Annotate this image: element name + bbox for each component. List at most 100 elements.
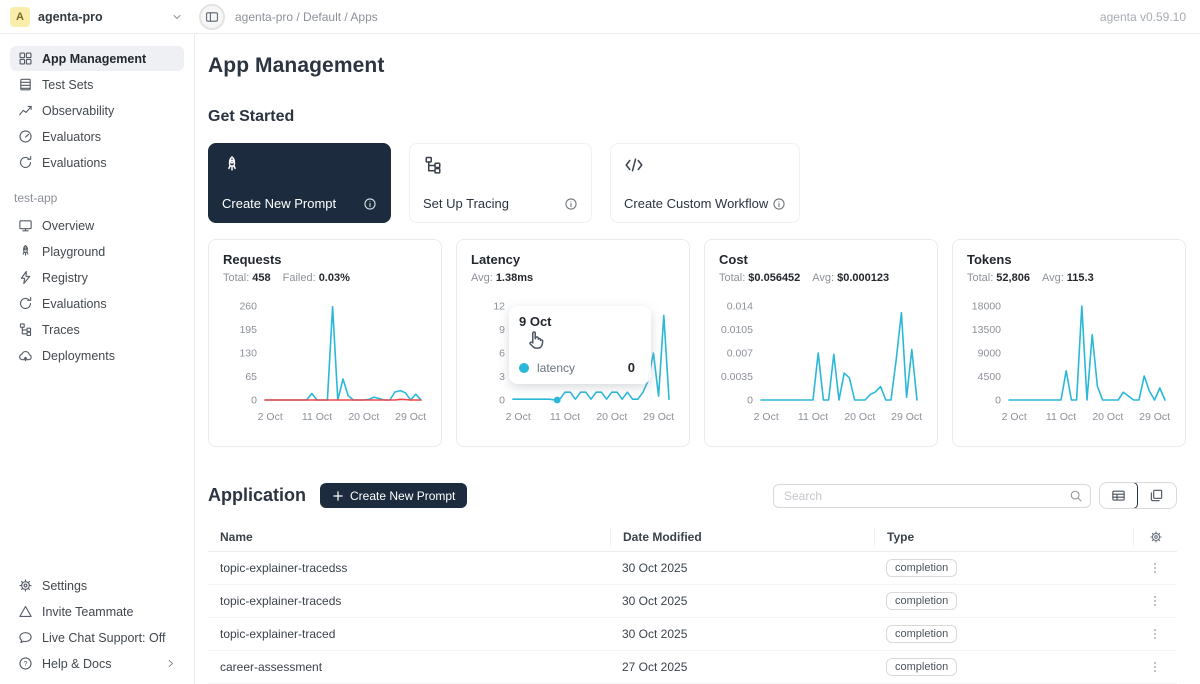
workspace-name: agenta-pro	[38, 10, 163, 24]
row-menu-kebab-icon[interactable]	[1133, 594, 1177, 608]
code-icon	[624, 155, 786, 175]
svg-text:6: 6	[499, 348, 505, 360]
create-new-prompt-card[interactable]: Create New Prompt	[208, 143, 391, 223]
row-menu-kebab-icon[interactable]	[1133, 561, 1177, 575]
breadcrumb[interactable]: agenta-pro / Default / Apps	[235, 10, 378, 24]
sidebar-item-registry[interactable]: Registry	[10, 265, 184, 290]
stat: Avg:115.3	[1042, 272, 1094, 284]
chart-title: Tokens	[967, 252, 1173, 267]
cost-chart-card: Cost Total:$0.056452Avg:$0.000123 00.003…	[704, 239, 938, 447]
stat: Failed:0.03%	[283, 272, 350, 284]
svg-text:11 Oct: 11 Oct	[798, 411, 828, 423]
sidebar-item-playground[interactable]: Playground	[10, 239, 184, 264]
sidebar-item-live-chat-support-off[interactable]: Live Chat Support: Off	[10, 625, 184, 650]
info-icon[interactable]	[772, 197, 786, 211]
app-name: career-assessment	[208, 660, 610, 674]
svg-text:?: ?	[24, 661, 28, 668]
table-row[interactable]: topic-explainer-tracedss30 Oct 2025compl…	[208, 552, 1177, 585]
svg-text:29 Oct: 29 Oct	[395, 411, 426, 423]
column-type[interactable]: Type	[874, 528, 1133, 546]
sidebar-toggle-button[interactable]	[199, 4, 225, 30]
sidebar-item-label: Traces	[42, 323, 80, 337]
tooltip-date: 9 Oct	[519, 314, 641, 329]
tooltip-series-label: latency	[537, 361, 575, 375]
app-date-modified: 30 Oct 2025	[610, 561, 874, 575]
workspace-selector[interactable]: A agenta-pro	[0, 7, 195, 27]
svg-text:2 Oct: 2 Oct	[1002, 411, 1027, 423]
applications-table: Name Date Modified Type topic-explainer-…	[208, 522, 1177, 684]
sidebar-item-label: Registry	[42, 271, 88, 285]
info-icon[interactable]	[363, 197, 377, 211]
get-started-title: Get Started	[208, 108, 1177, 126]
view-switcher	[1099, 482, 1177, 509]
bolt-icon	[18, 270, 33, 285]
row-menu-kebab-icon[interactable]	[1133, 627, 1177, 641]
column-settings-gear-icon[interactable]	[1133, 528, 1177, 546]
table-row[interactable]: career-assessment27 Oct 2025 completion	[208, 651, 1177, 684]
requests-chart: 0651301952602 Oct11 Oct20 Oct29 Oct	[223, 298, 429, 430]
sidebar-item-invite-teammate[interactable]: Invite Teammate	[10, 599, 184, 624]
chart-title: Latency	[471, 252, 677, 267]
app-date-modified: 27 Oct 2025	[610, 660, 874, 674]
sidebar-item-help-docs[interactable]: ?Help & Docs	[10, 651, 184, 676]
sidebar-item-label: Deployments	[42, 349, 115, 363]
info-icon[interactable]	[564, 197, 578, 211]
card-view-button[interactable]	[1137, 483, 1176, 508]
table-body: topic-explainer-tracedss30 Oct 2025compl…	[208, 552, 1177, 684]
main-content: App Management Get Started Create New Pr…	[195, 34, 1200, 684]
search-icon	[1069, 489, 1083, 503]
sidebar-item-evaluations[interactable]: Evaluations	[10, 150, 184, 175]
table-view-button[interactable]	[1099, 482, 1138, 509]
app-type-badge: completion	[886, 658, 957, 676]
sidebar-item-label: Evaluators	[42, 130, 101, 144]
rocket-icon	[18, 244, 33, 259]
table-view-icon	[1111, 488, 1126, 503]
sidebar-item-settings[interactable]: Settings	[10, 573, 184, 598]
grid-icon	[18, 51, 33, 66]
sidebar-item-observability[interactable]: Observability	[10, 98, 184, 123]
svg-text:260: 260	[239, 301, 257, 313]
svg-text:0: 0	[499, 395, 505, 407]
cost-chart: 00.00350.0070.01050.0142 Oct11 Oct20 Oct…	[719, 298, 925, 430]
latency-chart-card: Latency Avg:1.38ms 0369122 Oct11 Oct20 O…	[456, 239, 690, 447]
create-button-label: Create New Prompt	[350, 489, 455, 503]
app-type-badge: completion	[886, 625, 957, 643]
sidebar-item-evaluators[interactable]: Evaluators	[10, 124, 184, 149]
svg-text:0.007: 0.007	[727, 348, 753, 360]
svg-text:2 Oct: 2 Oct	[754, 411, 779, 423]
svg-text:20 Oct: 20 Oct	[348, 411, 379, 423]
svg-text:29 Oct: 29 Oct	[891, 411, 922, 423]
chart-stats: Avg:1.38ms	[471, 272, 677, 284]
svg-text:130: 130	[239, 348, 257, 360]
sidebar-item-app-management[interactable]: App Management	[10, 46, 184, 71]
sidebar-item-evaluations[interactable]: Evaluations	[10, 291, 184, 316]
svg-text:20 Oct: 20 Oct	[1092, 411, 1123, 423]
column-name[interactable]: Name	[208, 528, 610, 546]
create-custom-workflow-card[interactable]: Create Custom Workflow	[610, 143, 800, 223]
metric-charts: Requests Total:458Failed:0.03% 065130195…	[208, 239, 1177, 447]
sidebar-item-test-sets[interactable]: Test Sets	[10, 72, 184, 97]
sidebar-item-deployments[interactable]: Deployments	[10, 343, 184, 368]
chart-stats: Total:458Failed:0.03%	[223, 272, 429, 284]
svg-text:20 Oct: 20 Oct	[844, 411, 875, 423]
svg-text:18000: 18000	[972, 301, 1001, 313]
set-up-tracing-card[interactable]: Set Up Tracing	[409, 143, 592, 223]
tokens-chart-card: Tokens Total:52,806Avg:115.3 04500900013…	[952, 239, 1186, 447]
series-dot	[519, 363, 529, 373]
column-date-modified[interactable]: Date Modified	[610, 528, 874, 546]
table-row[interactable]: topic-explainer-traceds30 Oct 2025comple…	[208, 585, 1177, 618]
app-type-badge: completion	[886, 592, 957, 610]
sidebar: App ManagementTest SetsObservability Eval…	[0, 34, 195, 684]
svg-text:2 Oct: 2 Oct	[506, 411, 531, 423]
svg-text:9000: 9000	[978, 348, 1002, 360]
svg-text:29 Oct: 29 Oct	[643, 411, 674, 423]
sidebar-item-overview[interactable]: Overview	[10, 213, 184, 238]
create-new-prompt-button[interactable]: Create New Prompt	[320, 483, 467, 508]
table-row[interactable]: topic-explainer-traced30 Oct 2025complet…	[208, 618, 1177, 651]
svg-text:12: 12	[493, 301, 505, 313]
row-menu-kebab-icon[interactable]	[1133, 660, 1177, 674]
search-input[interactable]	[773, 484, 1091, 508]
app-date-modified: 30 Oct 2025	[610, 594, 874, 608]
sidebar-item-label: Playground	[42, 245, 105, 259]
sidebar-item-traces[interactable]: Traces	[10, 317, 184, 342]
